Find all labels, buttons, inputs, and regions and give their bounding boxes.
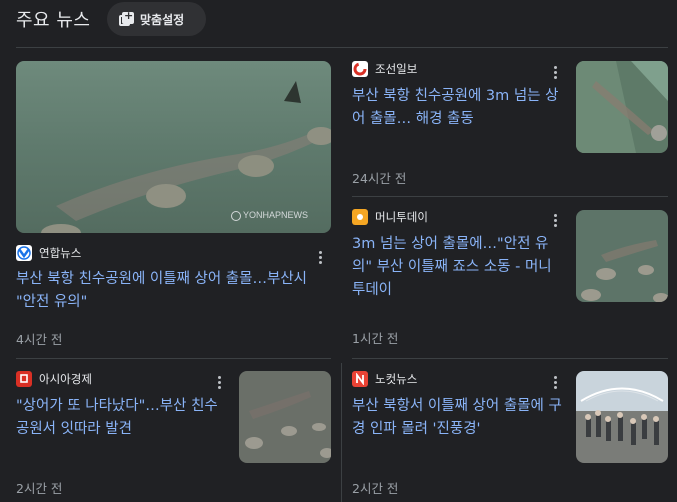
timestamp: 1시간 전: [352, 331, 399, 346]
news-thumbnail: [576, 210, 668, 302]
news-card-chosun[interactable]: 조선일보 부산 북항 친수공원에 3m 넘는 상어 출몰… 해경 출동 24시간…: [352, 61, 668, 189]
moneytoday-logo-icon: [352, 209, 368, 225]
headline[interactable]: 3m 넘는 상어 출몰에…"안전 유의" 부산 이틀째 죠스 소동 - 머니투데…: [352, 233, 564, 302]
more-options-icon[interactable]: [212, 373, 226, 391]
section-title: 주요 뉴스: [16, 10, 91, 31]
customize-button[interactable]: 맞춤설정: [107, 2, 206, 36]
source-name: 머니투데이: [375, 210, 428, 224]
source-name: 아시아경제: [39, 372, 92, 386]
asiae-logo-icon: [16, 371, 32, 387]
timestamp: 2시간 전: [352, 481, 399, 496]
timestamp: 24시간 전: [352, 171, 407, 186]
row-divider: [352, 196, 668, 197]
timestamp: 2시간 전: [16, 481, 63, 496]
watermark: YONHAPNEWS: [231, 210, 308, 221]
column-divider: [341, 363, 342, 502]
source-name: 조선일보: [375, 62, 418, 76]
nocut-logo-icon: [352, 371, 368, 387]
more-options-icon[interactable]: [548, 373, 562, 391]
yonhap-logo-icon: [16, 245, 32, 261]
headline[interactable]: 부산 북항 친수공원에 3m 넘는 상어 출몰… 해경 출동: [352, 85, 562, 131]
news-card-yonhap[interactable]: YONHAPNEWS 연합뉴스 부산 북항 친수공원에 이틀째 상어 출몰…부산…: [16, 61, 332, 351]
news-thumbnail: [576, 61, 668, 153]
chosun-logo-icon: [352, 61, 368, 77]
row-divider: [352, 358, 668, 359]
row-divider: [16, 358, 331, 359]
customize-icon: [119, 9, 134, 27]
source-name: 연합뉴스: [39, 246, 82, 260]
source: 연합뉴스: [16, 245, 81, 261]
more-options-icon[interactable]: [313, 248, 327, 266]
news-thumbnail: [239, 371, 331, 463]
more-options-icon[interactable]: [548, 211, 562, 229]
header-divider: [16, 47, 668, 48]
timestamp: 4시간 전: [16, 332, 63, 347]
source: 아시아경제: [16, 371, 92, 387]
news-card-asiae[interactable]: 아시아경제 "상어가 또 나타났다"…부산 친수공원서 잇따라 발견 2시간 전: [16, 371, 332, 499]
source: 조선일보: [352, 61, 417, 77]
source-name: 노컷뉴스: [375, 372, 418, 386]
source: 머니투데이: [352, 209, 428, 225]
customize-label: 맞춤설정: [140, 12, 185, 27]
section-header: 주요 뉴스: [16, 2, 90, 36]
more-options-icon[interactable]: [548, 63, 562, 81]
news-thumbnail: [576, 371, 668, 463]
headline[interactable]: 부산 북항서 이틀째 상어 출몰에 구경 인파 몰려 '진풍경': [352, 395, 567, 441]
headline[interactable]: 부산 북항 친수공원에 이틀째 상어 출몰…부산시 "안전 유의": [16, 268, 328, 314]
news-card-nocut[interactable]: 노컷뉴스 부산 북항서 이틀째 상어 출몰에 구경 인파 몰려 '진풍경' 2시…: [352, 371, 668, 499]
news-card-moneytoday[interactable]: 머니투데이 3m 넘는 상어 출몰에…"안전 유의" 부산 이틀째 죠스 소동 …: [352, 209, 668, 349]
headline[interactable]: "상어가 또 나타났다"…부산 친수공원서 잇따라 발견: [16, 395, 228, 441]
news-thumbnail: [16, 61, 331, 233]
source: 노컷뉴스: [352, 371, 417, 387]
